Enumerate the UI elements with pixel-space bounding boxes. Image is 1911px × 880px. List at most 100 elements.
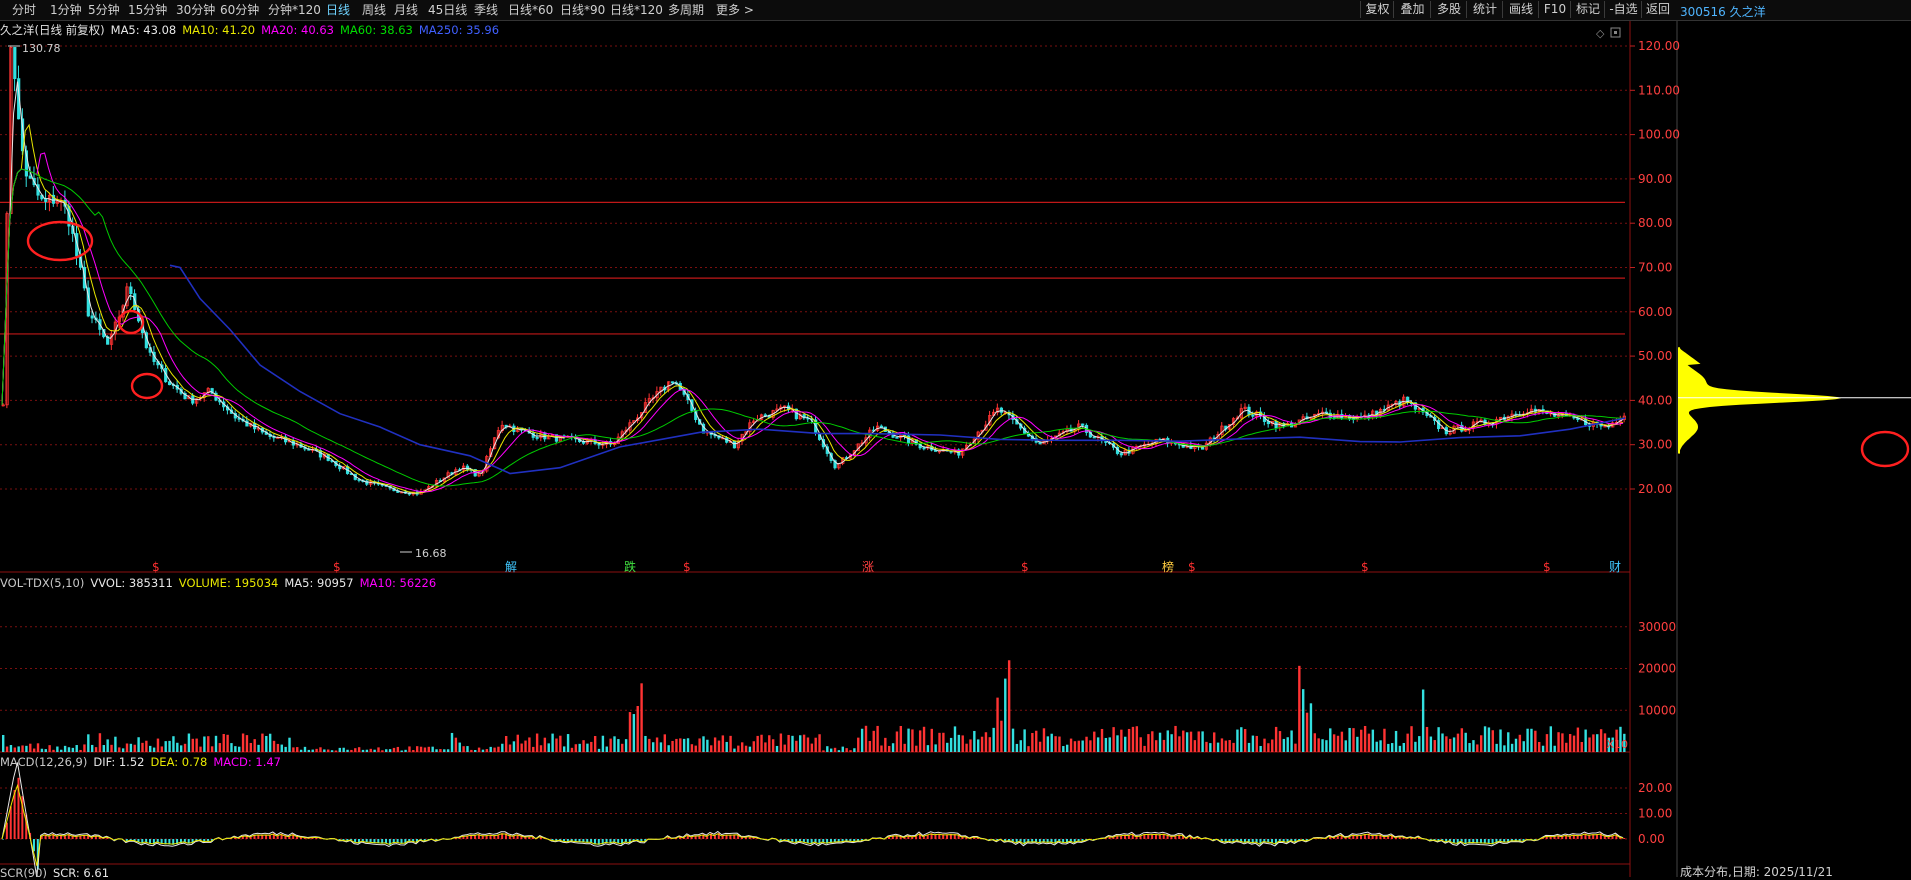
- volume-bar: [1101, 729, 1103, 752]
- period-tab-15[interactable]: 多周期: [668, 3, 704, 18]
- period-tab-3[interactable]: 15分钟: [128, 3, 167, 18]
- volume-bar: [1178, 736, 1180, 752]
- volume-bar: [1557, 732, 1559, 752]
- candle-body: [896, 437, 898, 438]
- period-tab-2[interactable]: 5分钟: [88, 3, 120, 18]
- volume-bar: [1236, 730, 1238, 752]
- event-marker: 解: [505, 560, 517, 574]
- volume-bar: [137, 737, 139, 752]
- period-tab-7[interactable]: 日线: [326, 3, 350, 18]
- volume-bar: [474, 750, 476, 752]
- volume-bar: [412, 750, 414, 752]
- toolbar-button-6[interactable]: 标记: [1570, 1, 1605, 18]
- price-axis-label: 30.00: [1638, 438, 1672, 452]
- period-tab-14[interactable]: 日线*120: [610, 3, 663, 18]
- event-marker: 榜: [1162, 559, 1174, 574]
- volume-bar: [141, 743, 143, 752]
- volume-bar: [56, 747, 58, 752]
- chart-canvas[interactable]: 120.00110.00100.0090.0080.0070.0060.0050…: [0, 0, 1911, 877]
- volume-bar: [555, 739, 557, 752]
- period-tab-12[interactable]: 日线*60: [508, 3, 553, 18]
- volume-bar: [664, 734, 666, 752]
- period-tab-1[interactable]: 1分钟: [50, 3, 82, 18]
- volume-bar: [1201, 731, 1203, 752]
- volume-bar: [1259, 746, 1261, 752]
- period-tab-5[interactable]: 60分钟: [220, 3, 259, 18]
- price-indicator-bar: 久之洋(日线 前复权)MA5: 43.08MA10: 41.20MA20: 40…: [0, 22, 505, 38]
- volume-bar: [462, 746, 464, 752]
- price-axis-label: 100.00: [1638, 128, 1680, 142]
- volume-bar: [76, 745, 78, 752]
- volume-bar: [91, 745, 93, 752]
- volume-bar: [1546, 734, 1548, 752]
- period-tab-9[interactable]: 月线: [394, 3, 418, 18]
- volume-bar: [958, 735, 960, 752]
- volume-bar: [443, 749, 445, 752]
- high-price-label: 130.78: [22, 42, 61, 55]
- period-tab-11[interactable]: 季线: [474, 3, 498, 18]
- toolbar-button-7[interactable]: -自选: [1604, 1, 1642, 18]
- volume-bar: [1085, 737, 1087, 752]
- volume-bar: [617, 739, 619, 752]
- annotation-circle: [1862, 432, 1908, 466]
- dif-line: [2, 763, 1623, 878]
- volume-bar: [1449, 739, 1451, 752]
- volume-bar: [253, 739, 255, 752]
- volume-bar: [1167, 730, 1169, 752]
- period-tab-13[interactable]: 日线*90: [560, 3, 605, 18]
- toolbar-button-2[interactable]: 多股: [1430, 1, 1467, 18]
- volume-bar: [17, 746, 19, 752]
- volume-bar: [706, 740, 708, 752]
- event-marker: 财: [1609, 560, 1621, 574]
- moving-average-line: [2, 169, 1623, 486]
- volume-bar: [1480, 735, 1482, 752]
- period-tab-6[interactable]: 分钟*120: [268, 3, 321, 18]
- period-tab-4[interactable]: 30分钟: [176, 3, 215, 18]
- volume-bar: [122, 748, 124, 752]
- volume-bar: [981, 737, 983, 752]
- volume-bar: [165, 741, 167, 752]
- indicator-value: MACD: 1.47: [213, 755, 281, 769]
- volume-bar: [1275, 727, 1277, 752]
- volume-bar: [513, 741, 515, 752]
- period-tab-0[interactable]: 分时: [12, 3, 36, 18]
- volume-bar: [33, 749, 35, 752]
- volume-bar: [528, 737, 530, 752]
- volume-bar: [1403, 743, 1405, 752]
- volume-bar: [168, 741, 170, 752]
- volume-bar: [973, 731, 975, 752]
- toolbar-button-1[interactable]: 叠加: [1393, 1, 1431, 18]
- toolbar-button-8[interactable]: 返回: [1641, 1, 1674, 18]
- volume-bar: [192, 739, 194, 752]
- event-marker: $: [683, 560, 691, 574]
- volume-bar: [977, 739, 979, 752]
- volume-bar: [157, 739, 159, 752]
- event-marker: 涨: [862, 559, 874, 574]
- volume-bar: [199, 747, 201, 752]
- volume-bar: [1360, 730, 1362, 752]
- toolbar-button-3[interactable]: 统计: [1466, 1, 1503, 18]
- volume-axis-label: 30000: [1638, 620, 1676, 634]
- toolbar-button-0[interactable]: 复权: [1360, 1, 1394, 18]
- period-tab-16[interactable]: 更多 >: [716, 3, 754, 18]
- volume-bar: [911, 729, 913, 752]
- volume-bar: [1445, 736, 1447, 752]
- volume-bar: [1000, 721, 1002, 752]
- volume-bar: [698, 738, 700, 752]
- volume-bar: [586, 744, 588, 752]
- volume-bar: [358, 747, 360, 752]
- volume-bar: [1526, 729, 1528, 752]
- toolbar-button-4[interactable]: 画线: [1502, 1, 1539, 18]
- volume-bar: [524, 741, 526, 752]
- volume-bar: [1596, 734, 1598, 752]
- volume-bar: [1565, 743, 1567, 752]
- period-tab-10[interactable]: 45日线: [428, 3, 467, 18]
- volume-bar: [613, 736, 615, 752]
- cost-distribution: [1678, 347, 1841, 453]
- volume-bar: [1051, 734, 1053, 752]
- volume-bar: [1279, 731, 1281, 752]
- period-tab-8[interactable]: 周线: [362, 3, 386, 18]
- volume-bar: [1298, 666, 1300, 752]
- toolbar-button-5[interactable]: F10: [1538, 1, 1571, 18]
- volume-bar: [1287, 737, 1289, 752]
